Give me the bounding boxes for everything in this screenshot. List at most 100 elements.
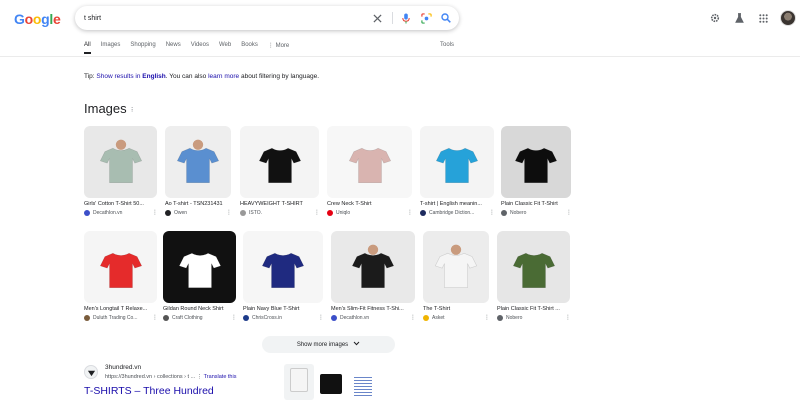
image-result-card[interactable]: Men's Slim-Fit Fitness T-Shi... Decathlon…	[331, 231, 416, 321]
avatar[interactable]	[780, 10, 796, 26]
search-input[interactable]: t shirt	[84, 15, 370, 22]
image-caption[interactable]: Ao T-shirt - TSN231431	[165, 201, 231, 207]
more-options-icon[interactable]: ⋮	[197, 374, 204, 380]
more-options-icon[interactable]: ⋮	[566, 209, 572, 216]
image-source[interactable]: Owen ⋮	[165, 209, 232, 216]
image-caption[interactable]: The T-Shirt	[423, 306, 489, 312]
image-source[interactable]: DecathIon.vn ⋮	[84, 209, 158, 216]
image-caption[interactable]: Plain Navy Blue T-Shirt	[243, 306, 323, 312]
image-caption[interactable]: Plain Classic Fit T-Shirt ...	[497, 306, 570, 312]
image-source[interactable]: ISTO. ⋮	[240, 209, 320, 216]
more-options-icon[interactable]: ⋮	[484, 314, 490, 321]
image-result-card[interactable]: Crew Neck T-Shirt Uniqlo ⋮	[327, 126, 413, 216]
image-thumbnail[interactable]	[331, 231, 415, 303]
image-result-card[interactable]: Ao T-shirt - TSN231431 Owen ⋮	[165, 126, 232, 216]
image-result-card[interactable]: Plain Classic Fit T-Shirt ... Nobero ⋮	[497, 231, 571, 321]
source-name: Cambridge Diction...	[429, 210, 475, 216]
close-icon[interactable]	[370, 11, 384, 25]
tshirt-image	[261, 252, 305, 288]
image-thumbnail[interactable]	[163, 231, 236, 303]
result-thumb[interactable]	[284, 364, 314, 400]
mic-icon[interactable]	[399, 11, 413, 25]
image-thumbnail[interactable]	[497, 231, 570, 303]
more-options-icon[interactable]: ⋮	[314, 209, 320, 216]
tab-web[interactable]: Web	[219, 42, 231, 54]
info-icon[interactable]: ⁝	[131, 106, 133, 114]
image-thumbnail[interactable]	[501, 126, 571, 198]
image-caption[interactable]: HEAVYWEIGHT T-SHIRT	[240, 201, 319, 207]
source-favicon	[243, 315, 249, 321]
image-thumbnail[interactable]	[84, 231, 157, 303]
tshirt-image	[176, 139, 220, 183]
image-source[interactable]: Craft Clothing ⋮	[163, 314, 237, 321]
image-thumbnail[interactable]	[327, 126, 412, 198]
english-link[interactable]: English	[142, 73, 165, 80]
more-options-icon[interactable]: ⋮	[407, 209, 413, 216]
image-source[interactable]: Nobero ⋮	[497, 314, 571, 321]
show-results-link[interactable]: Show results in	[96, 73, 140, 80]
site-favicon[interactable]	[84, 365, 98, 379]
tab-shopping[interactable]: Shopping	[130, 42, 155, 54]
more-options-icon[interactable]: ⋮	[565, 314, 571, 321]
more-options-icon[interactable]: ⋮	[489, 209, 495, 216]
tab-all[interactable]: All	[84, 42, 91, 54]
tab-videos[interactable]: Videos	[191, 42, 209, 54]
image-caption[interactable]: Men's Slim-Fit Fitness T-Shi...	[331, 306, 415, 312]
more-options-icon[interactable]: ⋮	[410, 314, 416, 321]
result-site-name[interactable]: 3hundred.vn	[105, 364, 141, 371]
tab-news[interactable]: News	[166, 42, 181, 54]
show-more-label: Show more images	[296, 341, 349, 348]
show-more-images-button[interactable]: Show more images	[262, 336, 395, 353]
more-options-icon[interactable]: ⋮	[226, 209, 232, 216]
tab-images[interactable]: Images	[101, 42, 121, 54]
image-result-card[interactable]: The T-Shirt Asket ⋮	[423, 231, 490, 321]
image-source[interactable]: ChrisCross.in ⋮	[243, 314, 324, 321]
apps-grid-icon[interactable]	[756, 11, 770, 25]
search-icon[interactable]	[439, 11, 453, 25]
image-caption[interactable]: Girls' Cotton T-Shirt 50...	[84, 201, 157, 207]
image-thumbnail[interactable]	[165, 126, 231, 198]
image-caption[interactable]: T-shirt | English meanin...	[420, 201, 494, 207]
learn-more-link[interactable]: learn more	[208, 73, 239, 80]
more-options-icon[interactable]: ⋮	[152, 314, 158, 321]
tab-more[interactable]: ⋮ More	[268, 42, 289, 54]
image-thumbnail[interactable]	[423, 231, 489, 303]
translate-link[interactable]: Translate this	[204, 374, 237, 380]
image-thumbnail[interactable]	[243, 231, 323, 303]
image-result-card[interactable]: Plain Navy Blue T-Shirt ChrisCross.in ⋮	[243, 231, 324, 321]
result-thumb[interactable]	[348, 364, 378, 400]
image-caption[interactable]: Men's Longtail T Relaxe...	[84, 306, 157, 312]
image-source[interactable]: Nobero ⋮	[501, 209, 572, 216]
flask-icon[interactable]	[732, 11, 746, 25]
result-url[interactable]: https://3hundred.vn › collections › t ..…	[105, 374, 236, 380]
image-thumbnail[interactable]	[84, 126, 157, 198]
more-options-icon[interactable]: ⋮	[318, 314, 324, 321]
image-source[interactable]: Cambridge Diction... ⋮	[420, 209, 495, 216]
image-result-card[interactable]: HEAVYWEIGHT T-SHIRT ISTO. ⋮	[240, 126, 320, 216]
image-result-card[interactable]: Men's Longtail T Relaxe... Duluth Trading…	[84, 231, 158, 321]
image-result-card[interactable]: Plain Classic Fit T-Shirt Nobero ⋮	[501, 126, 572, 216]
more-options-icon[interactable]: ⋮	[152, 209, 158, 216]
result-thumb[interactable]	[316, 364, 346, 400]
image-caption[interactable]: Plain Classic Fit T-Shirt	[501, 201, 571, 207]
more-options-icon[interactable]: ⋮	[231, 314, 237, 321]
google-logo[interactable]: Google	[14, 11, 61, 27]
search-box[interactable]: t shirt	[75, 6, 459, 30]
image-thumbnail[interactable]	[240, 126, 319, 198]
result-title[interactable]: T-SHIRTS – Three Hundred	[84, 385, 214, 397]
image-result-card[interactable]: T-shirt | English meanin... Cambridge Dic…	[420, 126, 495, 216]
image-source[interactable]: Decathlon.vn ⋮	[331, 314, 416, 321]
image-source[interactable]: Uniqlo ⋮	[327, 209, 413, 216]
source-favicon	[497, 315, 503, 321]
gear-icon[interactable]	[708, 11, 722, 25]
tab-books[interactable]: Books	[241, 42, 258, 54]
image-source[interactable]: Asket ⋮	[423, 314, 490, 321]
image-caption[interactable]: Crew Neck T-Shirt	[327, 201, 412, 207]
image-caption[interactable]: Gildan Round Neck Shirt	[163, 306, 236, 312]
image-thumbnail[interactable]	[420, 126, 494, 198]
image-result-card[interactable]: Gildan Round Neck Shirt Craft Clothing ⋮	[163, 231, 237, 321]
lens-icon[interactable]	[419, 11, 433, 25]
image-result-card[interactable]: Girls' Cotton T-Shirt 50... DecathIon.vn ⋮	[84, 126, 158, 216]
image-source[interactable]: Duluth Trading Co... ⋮	[84, 314, 158, 321]
tools-button[interactable]: Tools	[440, 42, 454, 48]
